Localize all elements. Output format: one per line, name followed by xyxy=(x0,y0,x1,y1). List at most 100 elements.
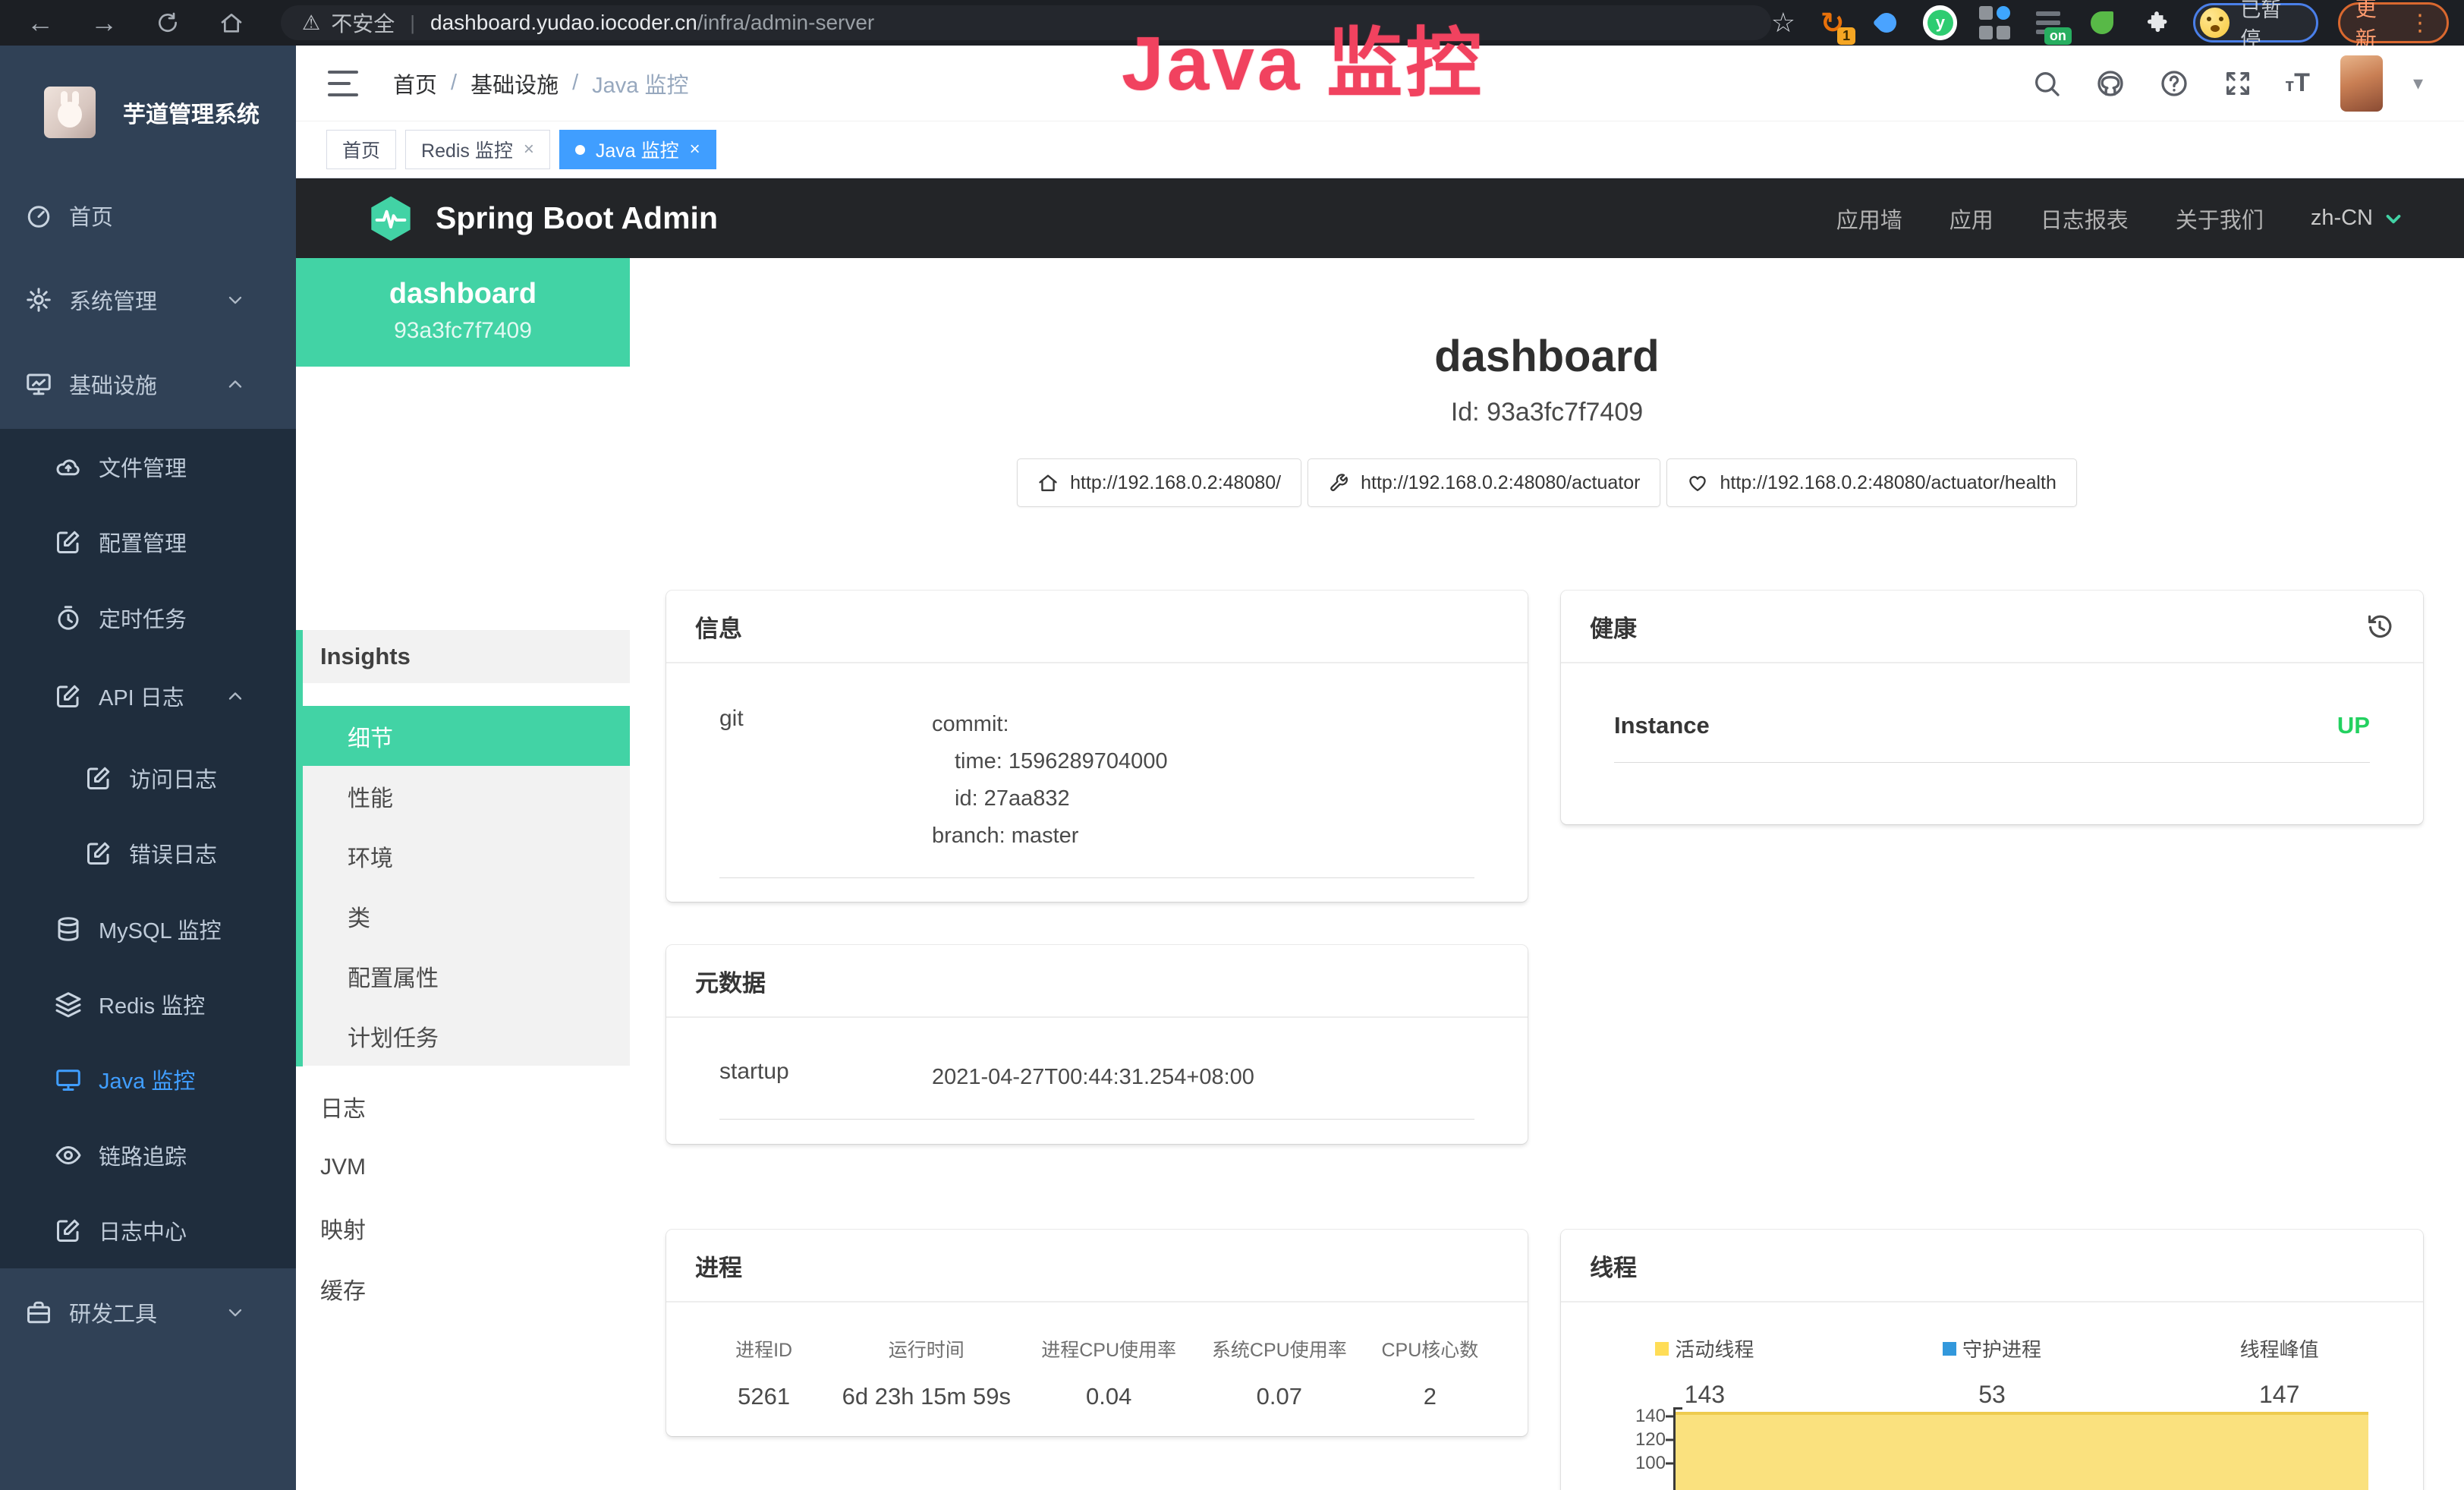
sba-menu-environment[interactable]: 环境 xyxy=(296,826,630,886)
tab-java-monitor[interactable]: Java 监控 × xyxy=(559,130,716,169)
sba-brand-title[interactable]: Spring Boot Admin xyxy=(436,200,718,236)
close-icon[interactable]: × xyxy=(524,139,534,160)
browser-back-icon[interactable]: ← xyxy=(26,8,55,37)
browser-forward-icon[interactable]: → xyxy=(90,8,118,37)
sba-nav-applications[interactable]: 应用 xyxy=(1949,203,1994,235)
page-title: dashboard xyxy=(630,331,2464,382)
tab-home[interactable]: 首页 xyxy=(326,130,396,169)
spring-boot-admin-logo-icon xyxy=(366,194,416,244)
browser-menu-icon[interactable]: ⋮ xyxy=(2409,10,2431,36)
service-url-button[interactable]: http://192.168.0.2:48080/ xyxy=(1017,458,1301,507)
app-sidebar: 芋道管理系统 首页 系统管理 基础设施 文件管理 配置管理 定时任务 API 日… xyxy=(0,46,296,1490)
sidebar-item-scheduled-jobs[interactable]: 定时任务 xyxy=(0,591,296,644)
extension-sync-icon[interactable]: ↻ 1 xyxy=(1815,5,1849,40)
instance-url-buttons: http://192.168.0.2:48080/ http://192.168… xyxy=(630,458,2464,507)
live-threads-value: 143 xyxy=(1561,1381,1849,1409)
user-menu-caret-icon[interactable]: ▾ xyxy=(2413,71,2423,95)
sidebar-item-config-manage[interactable]: 配置管理 xyxy=(0,515,296,569)
sidebar-item-dev-tools[interactable]: 研发工具 xyxy=(0,1286,296,1339)
sidebar-item-error-log[interactable]: 错误日志 xyxy=(0,827,296,880)
sba-menu-details[interactable]: 细节 xyxy=(296,706,630,766)
sba-menu-jvm[interactable]: JVM xyxy=(296,1137,630,1198)
sba-menu-metrics[interactable]: 性能 xyxy=(296,766,630,826)
user-avatar[interactable] xyxy=(2340,55,2383,112)
chevron-down-icon xyxy=(2382,207,2405,230)
sba-language-select[interactable]: zh-CN xyxy=(2311,206,2405,231)
sidebar-item-mysql-monitor[interactable]: MySQL 监控 xyxy=(0,903,296,956)
extension-pin-icon[interactable] xyxy=(1869,5,1903,40)
extension-y-icon[interactable]: y xyxy=(1923,5,1957,40)
insecure-warning-icon: ⚠ xyxy=(302,11,320,35)
profile-emoji-icon xyxy=(2200,8,2230,38)
daemon-threads-value: 53 xyxy=(1849,1381,2136,1409)
health-key: Instance xyxy=(1614,712,1827,739)
sidebar-item-log-center[interactable]: 日志中心 xyxy=(0,1204,296,1257)
history-icon[interactable] xyxy=(2365,612,2394,641)
browser-reload-icon[interactable] xyxy=(153,8,182,37)
health-card-title: 健康 xyxy=(1590,610,1637,644)
extension-list-icon[interactable]: on xyxy=(2031,5,2066,40)
sba-nav-about[interactable]: 关于我们 xyxy=(2176,203,2264,235)
sba-menu-caches[interactable]: 缓存 xyxy=(296,1258,630,1319)
sba-instance-sidebar: dashboard 93a3fc7f7409 Insights 细节 性能 环境… xyxy=(296,258,630,1490)
browser-home-icon[interactable] xyxy=(217,8,246,37)
search-icon[interactable] xyxy=(2030,67,2063,100)
sidebar-item-infra[interactable]: 基础设施 xyxy=(0,358,296,411)
chevron-down-icon xyxy=(225,1302,246,1323)
metadata-card: 元数据 startup 2021-04-27T00:44:31.254+08:0… xyxy=(666,945,1528,1144)
app-logo-image xyxy=(44,87,96,138)
sba-menu-classes[interactable]: 类 xyxy=(296,886,630,946)
sidebar-item-tracing[interactable]: 链路追踪 xyxy=(0,1129,296,1182)
instance-header[interactable]: dashboard 93a3fc7f7409 xyxy=(296,258,630,367)
extensions-puzzle-icon[interactable] xyxy=(2139,5,2173,40)
breadcrumb: 首页 / 基础设施 / Java 监控 xyxy=(393,68,688,99)
font-size-icon[interactable]: тT xyxy=(2285,68,2310,98)
health-url-button[interactable]: http://192.168.0.2:48080/actuator/health xyxy=(1666,458,2076,507)
sidebar-collapse-icon[interactable] xyxy=(328,71,358,96)
app-logo-row[interactable]: 芋道管理系统 xyxy=(0,59,296,165)
sba-menu-scheduled-tasks[interactable]: 计划任务 xyxy=(296,1006,630,1066)
metadata-key: startup xyxy=(719,1059,932,1096)
breadcrumb-home[interactable]: 首页 xyxy=(393,68,437,99)
sidebar-item-api-log[interactable]: API 日志 xyxy=(0,669,296,723)
sba-menu-mappings[interactable]: 映射 xyxy=(296,1198,630,1258)
sidebar-item-access-log[interactable]: 访问日志 xyxy=(0,751,296,805)
daemon-threads-legend-swatch xyxy=(1943,1342,1956,1356)
process-table-header-row: 进程ID 运行时间 进程CPU使用率 系统CPU使用率 CPU核心数 xyxy=(700,1334,1493,1382)
process-card: 进程 进程ID 运行时间 进程CPU使用率 系统CPU使用率 CPU核心数 52… xyxy=(666,1230,1528,1436)
sidebar-item-system[interactable]: 系统管理 xyxy=(0,273,296,326)
info-key: git xyxy=(719,706,932,855)
sba-nav-journal[interactable]: 日志报表 xyxy=(2041,203,2129,235)
chevron-up-icon xyxy=(225,373,246,395)
github-icon[interactable] xyxy=(2094,67,2127,100)
sidebar-item-redis-monitor[interactable]: Redis 监控 xyxy=(0,978,296,1031)
bookmark-star-icon[interactable]: ☆ xyxy=(1771,7,1795,39)
extension-leaf-icon[interactable] xyxy=(2085,5,2119,40)
extension-grid-icon[interactable] xyxy=(1977,5,2011,40)
fullscreen-icon[interactable] xyxy=(2221,67,2255,100)
breadcrumb-infra[interactable]: 基础设施 xyxy=(470,68,559,99)
help-icon[interactable] xyxy=(2157,67,2191,100)
y-tick-100: 100 xyxy=(1635,1453,1666,1474)
metadata-card-title: 元数据 xyxy=(695,964,766,998)
close-icon[interactable]: × xyxy=(690,139,700,160)
threads-stats: 活动线程 143 守护进程 53 线程峰值 147 xyxy=(1561,1334,2423,1409)
instance-name: dashboard xyxy=(296,278,630,310)
browser-profile-chip[interactable]: 已暂停 xyxy=(2193,3,2318,43)
peak-threads-value: 147 xyxy=(2135,1381,2423,1409)
screen: ← → ⚠ 不安全 | dashboard.yudao.iocoder.cn /… xyxy=(0,0,2464,1490)
actuator-url-button[interactable]: http://192.168.0.2:48080/actuator xyxy=(1308,458,1660,507)
sidebar-item-home[interactable]: 首页 xyxy=(0,189,296,242)
sba-menu-config-props[interactable]: 配置属性 xyxy=(296,946,630,1006)
live-threads-legend-swatch xyxy=(1655,1342,1669,1356)
sidebar-item-java-monitor[interactable]: Java 监控 xyxy=(0,1053,296,1106)
threads-card: 线程 活动线程 143 守护进程 53 线程峰值 147 140 120 100 xyxy=(1561,1230,2423,1490)
tab-redis-monitor[interactable]: Redis 监控 × xyxy=(405,130,550,169)
sba-menu-logs[interactable]: 日志 xyxy=(296,1076,630,1137)
browser-update-button[interactable]: 更新 ⋮ xyxy=(2338,2,2449,43)
sidebar-item-file-manage[interactable]: 文件管理 xyxy=(0,440,296,493)
profile-chip-label: 已暂停 xyxy=(2240,0,2300,52)
insights-group-label: Insights xyxy=(296,630,630,683)
sba-nav-wallboard[interactable]: 应用墙 xyxy=(1836,203,1902,235)
address-bar[interactable]: ⚠ 不安全 | dashboard.yudao.iocoder.cn /infr… xyxy=(281,5,1771,40)
